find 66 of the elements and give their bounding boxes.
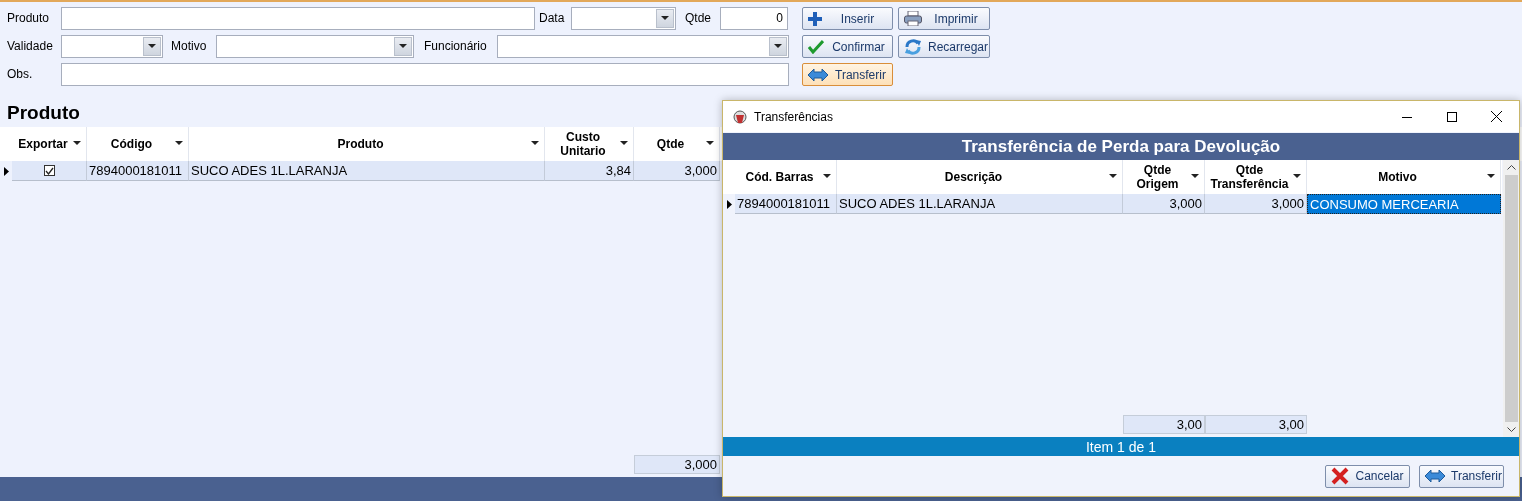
printer-icon: [904, 11, 922, 26]
action-button[interactable]: Confirmar: [802, 35, 893, 58]
dropdown-arrow-icon: [706, 141, 714, 145]
dropdown-field[interactable]: [216, 34, 414, 58]
input-field[interactable]: 0: [720, 6, 788, 30]
action-button[interactable]: Transferir: [1419, 464, 1504, 488]
checkmark-icon: [808, 39, 824, 54]
plus-icon: [808, 11, 822, 26]
dialog-heading: Transferência de Perda para Devolução: [723, 133, 1519, 160]
dropdown-arrow-icon: [531, 141, 539, 145]
action-button[interactable]: Imprimir: [898, 7, 990, 30]
table-cell: 3,84: [545, 161, 634, 181]
checkbox[interactable]: [43, 165, 55, 176]
field-label: Motivo: [171, 39, 208, 53]
dropdown-arrow-icon: [73, 141, 81, 145]
maximize-icon: [1446, 111, 1457, 122]
grid-title: Produto: [6, 101, 80, 123]
dropdown-arrow-icon: [774, 44, 782, 48]
dropdown-arrow-icon: [1487, 174, 1495, 178]
field-label: Obs.: [6, 67, 34, 81]
reload-icon: [904, 37, 922, 56]
cancel-icon: [1331, 467, 1349, 485]
field-label: Data: [539, 11, 566, 25]
table-cell: 7894000181011: [735, 194, 837, 214]
scrollbar[interactable]: [1503, 160, 1519, 437]
table-cell: 3,000: [634, 161, 720, 181]
table-cell: 3,000: [1123, 194, 1205, 214]
dropdown-arrow-icon: [661, 16, 669, 20]
dropdown-arrow-icon: [1109, 174, 1117, 178]
scroll-down-icon: [1506, 427, 1516, 432]
dropdown-arrow-icon: [175, 141, 183, 145]
window-title: Transferências: [754, 109, 833, 124]
action-button[interactable]: Recarregar: [898, 35, 990, 58]
field-label: Funcionário: [424, 39, 488, 53]
status-bar: Item 1 de 1: [723, 437, 1519, 456]
scroll-up-icon: [1506, 165, 1516, 170]
dropdown-arrow-icon: [148, 44, 156, 48]
double-arrow-icon: [1425, 469, 1445, 483]
table-cell: SUCO ADES 1L.LARANJA: [837, 194, 1123, 214]
action-button[interactable]: Transferir: [802, 63, 893, 86]
dropdown-field[interactable]: [571, 6, 676, 30]
table-cell: CONSUMO MERCEARIA: [1307, 194, 1501, 214]
dropdown-arrow-icon: [620, 141, 628, 145]
table-cell: 7894000181011: [87, 161, 189, 181]
close-icon: [1491, 111, 1502, 122]
double-arrow-icon: [808, 67, 828, 82]
table-cell: SUCO ADES 1L.LARANJA: [189, 161, 545, 181]
scrollbar-thumb[interactable]: [1504, 175, 1518, 422]
total-cell: 3,000: [634, 455, 720, 474]
dropdown-arrow-icon: [1191, 174, 1199, 178]
total-cell: 3,00: [1123, 415, 1205, 434]
dropdown-arrow-icon: [399, 44, 407, 48]
field-label: Qtde: [685, 11, 712, 25]
input-field[interactable]: [61, 62, 789, 86]
table-cell: 3,000: [1205, 194, 1307, 214]
field-label: Validade: [6, 39, 54, 53]
dropdown-arrow-icon: [1293, 174, 1301, 178]
input-field[interactable]: [61, 6, 535, 30]
action-button[interactable]: Cancelar: [1325, 464, 1410, 488]
field-label: Produto: [6, 11, 51, 25]
app-icon: [732, 108, 748, 125]
action-button[interactable]: Inserir: [802, 7, 893, 30]
dropdown-field[interactable]: [61, 34, 163, 58]
total-cell: 3,00: [1205, 415, 1307, 434]
dropdown-field[interactable]: [497, 34, 789, 58]
dropdown-arrow-icon: [823, 174, 831, 178]
